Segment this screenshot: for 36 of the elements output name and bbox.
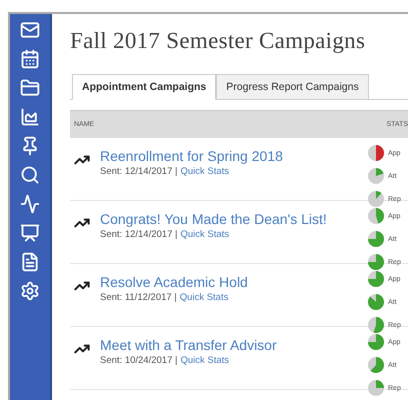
presentation-icon[interactable] bbox=[20, 223, 40, 243]
pie-chart-icon bbox=[368, 231, 384, 247]
pie-chart-icon bbox=[368, 271, 384, 287]
sent-date: Sent: 10/24/2017 | bbox=[100, 355, 178, 366]
tab[interactable]: Appointment Campaigns bbox=[72, 74, 216, 100]
document-icon[interactable] bbox=[20, 252, 40, 272]
quick-stats-link[interactable]: Quick Stats bbox=[180, 355, 230, 366]
pie-chart-icon bbox=[368, 254, 384, 270]
campaign-name[interactable]: Meet with a Transfer Advisor bbox=[100, 337, 368, 353]
pie-chart-icon bbox=[368, 380, 384, 396]
settings-icon[interactable] bbox=[20, 281, 40, 301]
pie-chart-icon bbox=[368, 168, 384, 184]
campaign-name[interactable]: Resolve Academic Hold bbox=[100, 274, 368, 290]
pie-chart-icon bbox=[368, 294, 384, 310]
quick-stats-link[interactable]: Quick Stats bbox=[180, 166, 230, 177]
pie-chart-icon bbox=[368, 208, 384, 224]
quick-stats-link[interactable]: Quick Stats bbox=[180, 229, 230, 240]
campaign-name[interactable]: Reenrollment for Spring 2018 bbox=[100, 148, 368, 164]
search-icon[interactable] bbox=[20, 165, 40, 185]
mail-icon[interactable] bbox=[20, 20, 40, 40]
pie-chart-icon bbox=[368, 191, 384, 207]
folder-icon[interactable] bbox=[20, 78, 40, 98]
quick-stats-link[interactable]: Quick Stats bbox=[180, 292, 228, 303]
campaign-name[interactable]: Congrats! You Made the Dean's List! bbox=[100, 211, 368, 227]
page-title: Fall 2017 Semester Campaigns bbox=[70, 28, 366, 54]
pie-chart-icon bbox=[368, 145, 384, 161]
sent-date: Sent: 11/12/2017 | bbox=[100, 292, 177, 303]
pulse-icon[interactable] bbox=[20, 194, 40, 214]
calendar-icon[interactable] bbox=[20, 49, 40, 69]
pie-chart-icon bbox=[368, 357, 384, 373]
sent-date: Sent: 12/14/2017 | bbox=[100, 229, 178, 240]
pie-chart-icon bbox=[368, 334, 384, 350]
sent-date: Sent: 12/14/2017 | bbox=[100, 166, 178, 177]
tab[interactable]: Progress Report Campaigns bbox=[216, 74, 369, 100]
pie-chart-icon bbox=[368, 317, 384, 333]
area-chart-icon[interactable] bbox=[20, 107, 40, 127]
